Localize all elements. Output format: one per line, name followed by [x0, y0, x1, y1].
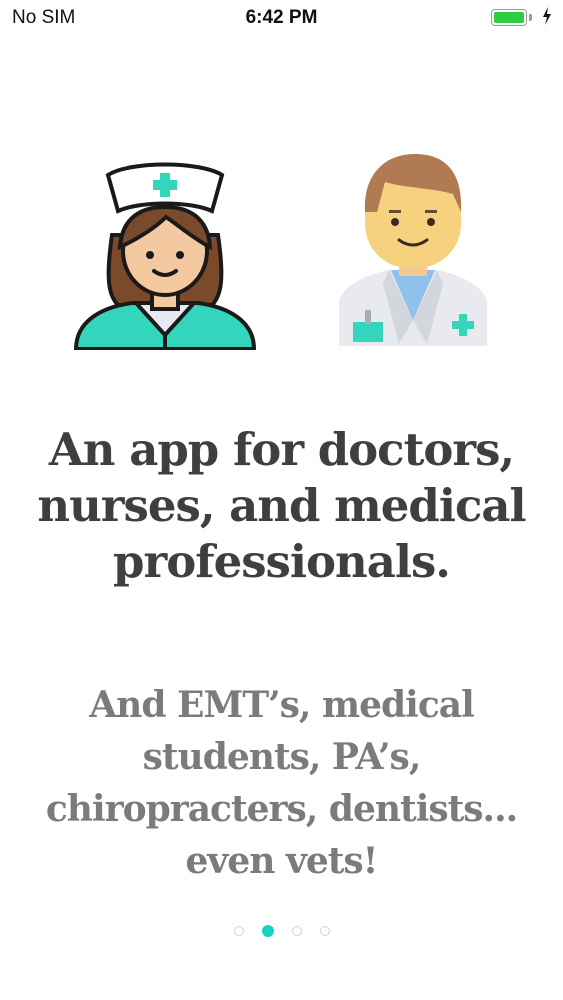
doctor-icon [339, 154, 487, 346]
illustrations [0, 140, 563, 350]
status-time: 6:42 PM [245, 7, 318, 28]
charging-bolt-icon [543, 7, 551, 25]
onboarding-headline: An app for doctors, nurses, and medical … [37, 423, 526, 588]
page-indicator[interactable] [0, 925, 563, 937]
onboarding-subtext: And EMT’s, medical students, PA’s, chiro… [45, 684, 518, 882]
page-dot-4[interactable] [319, 926, 330, 936]
battery-tip [529, 14, 532, 21]
page-dot-3[interactable] [291, 926, 302, 936]
nurse-icon [73, 162, 257, 350]
battery-icon [491, 9, 527, 26]
status-bar: No SIM 6:42 PM [0, 0, 563, 38]
battery-fill [494, 12, 524, 23]
page-dot-2[interactable] [261, 925, 274, 937]
page-dot-1[interactable] [233, 926, 244, 936]
